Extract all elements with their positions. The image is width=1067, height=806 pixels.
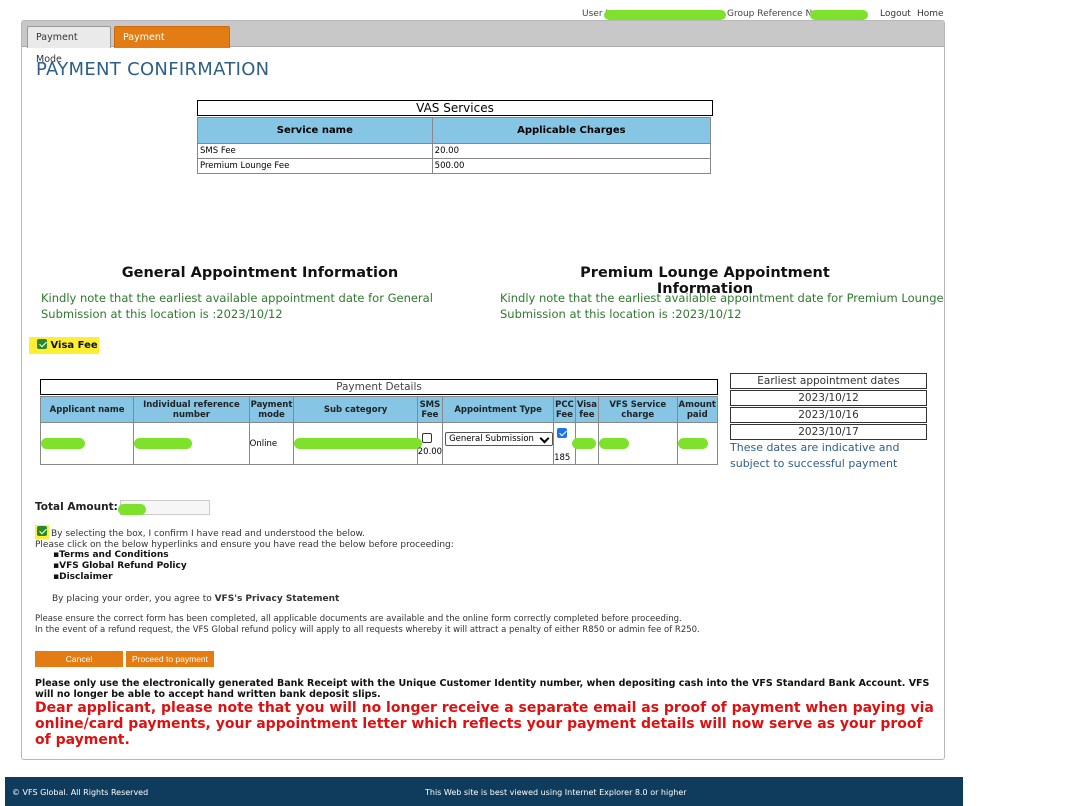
- proof-of-payment-warning: Dear applicant, please note that you wil…: [35, 700, 934, 748]
- header-vfs-service-charge: VFS Service charge: [597, 396, 678, 423]
- cell-individual-ref: [133, 422, 250, 465]
- vas-cell: SMS Fee: [197, 143, 433, 159]
- general-appt-line2: Submission at this location is :2023/10/…: [41, 307, 283, 321]
- vas-header-service: Service name: [197, 117, 433, 144]
- cancel-button[interactable]: Cancel: [35, 651, 123, 667]
- sms-fee-amount: 20.00: [417, 447, 443, 457]
- confirm-line1: By selecting the box, I confirm I have r…: [51, 529, 365, 539]
- total-amount-field: [118, 500, 210, 515]
- general-appt-line1: Kindly note that the earliest available …: [41, 291, 433, 305]
- redacted-visa-fee: [571, 438, 596, 449]
- payment-details-table: Payment Details Applicant name Individua…: [39, 379, 719, 465]
- earliest-date: 2023/10/17: [730, 424, 927, 440]
- cell-payment-mode: Online: [248, 422, 295, 465]
- header-applicant-name: Applicant name: [39, 396, 135, 423]
- header-payment-mode: Payment mode: [248, 396, 295, 423]
- visa-fee-label: Visa Fee: [50, 340, 98, 351]
- earliest-note: These dates are indicative and subject t…: [730, 441, 900, 470]
- vas-header-charges: Applicable Charges: [431, 117, 712, 144]
- cell-amount-paid: [676, 422, 719, 465]
- visa-fee-checkbox[interactable]: [37, 339, 47, 349]
- home-link[interactable]: Home: [917, 9, 944, 19]
- header-pcc-fee: PCC Fee: [553, 396, 576, 423]
- confirm-text: By selecting the box, I confirm I have r…: [35, 527, 454, 551]
- notes: Please ensure the correct form has been …: [35, 614, 700, 636]
- table-row: Online 20.00 General Submission 185: [39, 422, 719, 465]
- footer-copyright: © VFS Global. All Rights Reserved: [12, 788, 149, 797]
- cell-vfs-service-charge: [597, 422, 678, 465]
- earliest-date: 2023/10/12: [730, 390, 927, 406]
- refund-policy-link[interactable]: VFS Global Refund Policy: [53, 561, 187, 572]
- general-appt-heading: General Appointment Information: [121, 265, 399, 281]
- redacted-user: [604, 10, 726, 20]
- group-ref-label: Group Reference No: [727, 9, 818, 19]
- redacted-vfs-service-charge: [598, 438, 629, 449]
- redacted-applicant-name: [41, 438, 85, 449]
- tab-payment-confirmation[interactable]: Payment Confirmation: [114, 26, 230, 65]
- general-appt-text: Kindly note that the earliest available …: [41, 290, 433, 322]
- tab-payment-mode[interactable]: Payment Mode: [27, 26, 111, 65]
- footer: © VFS Global. All Rights Reserved This W…: [5, 777, 963, 806]
- earliest-heading: Earliest appointment dates: [730, 373, 927, 389]
- header-amount-paid: Amount paid: [676, 396, 719, 423]
- page-title: PAYMENT CONFIRMATION: [36, 59, 270, 80]
- earliest-dates-table: Earliest appointment dates 2023/10/12 20…: [730, 373, 927, 441]
- vas-cell: Premium Lounge Fee: [197, 158, 433, 174]
- redacted-group-ref: [810, 10, 868, 20]
- vas-services-table: VAS Services Service name Applicable Cha…: [197, 100, 713, 174]
- notes-line2: In the event of a refund request, the VF…: [35, 625, 700, 635]
- vas-cell: 20.00: [431, 143, 712, 159]
- header-appointment-type: Appointment Type: [442, 396, 555, 423]
- redacted-total-amount: [118, 504, 146, 515]
- privacy-statement-link[interactable]: VFS's Privacy Statement: [215, 594, 340, 604]
- earliest-date: 2023/10/16: [730, 407, 927, 423]
- cell-sub-category: [293, 422, 423, 465]
- terms-link[interactable]: Terms and Conditions: [53, 550, 187, 561]
- tab-bar: Payment Mode Payment Confirmation: [22, 21, 944, 65]
- proceed-to-payment-button[interactable]: Proceed to payment: [126, 651, 214, 667]
- vas-cell: 500.00: [431, 158, 712, 174]
- pcc-fee-checkbox[interactable]: [557, 428, 568, 438]
- redacted-amount-paid: [677, 438, 708, 449]
- policy-links: Terms and Conditions VFS Global Refund P…: [53, 550, 187, 583]
- total-amount-label: Total Amount:: [35, 501, 118, 513]
- table-row: Premium Lounge Fee 500.00: [197, 158, 712, 174]
- vas-caption: VAS Services: [197, 100, 713, 116]
- notes-line1: Please ensure the correct form has been …: [35, 614, 682, 624]
- header-sub-category: Sub category: [293, 396, 418, 423]
- premium-appt-line1: Kindly note that the earliest available …: [500, 291, 944, 305]
- bank-notice: Please only use the electronically gener…: [35, 678, 930, 700]
- appointment-type-select[interactable]: General Submission: [445, 432, 554, 446]
- disclaimer-link[interactable]: Disclaimer: [53, 572, 187, 583]
- premium-appt-line2: Submission at this location is :2023/10/…: [500, 307, 742, 321]
- sms-fee-checkbox[interactable]: [421, 433, 432, 443]
- table-row: SMS Fee 20.00: [197, 143, 712, 159]
- payment-details-caption: Payment Details: [40, 379, 718, 395]
- logout-link[interactable]: Logout: [880, 9, 911, 19]
- redacted-sub-category: [294, 438, 423, 449]
- cell-sms-fee: 20.00: [416, 422, 444, 465]
- redacted-individual-ref: [134, 438, 193, 449]
- header-visa-fee: Visa fee: [574, 396, 599, 423]
- header-individual-ref: Individual reference number: [133, 396, 250, 423]
- cell-visa-fee: [571, 422, 599, 465]
- visa-fee-checkbox-row: Visa Fee: [29, 337, 99, 354]
- pcc-fee-amount: 185: [554, 453, 571, 463]
- cell-applicant-name: [39, 422, 135, 465]
- privacy-line: By placing your order, you agree to VFS'…: [52, 594, 339, 604]
- cell-appointment-type: General Submission: [442, 422, 555, 465]
- privacy-prefix: By placing your order, you agree to: [52, 594, 215, 604]
- footer-browser-note: This Web site is best viewed using Inter…: [425, 788, 687, 797]
- premium-appt-text: Kindly note that the earliest available …: [500, 290, 944, 322]
- header-sms-fee: SMS Fee: [416, 396, 444, 423]
